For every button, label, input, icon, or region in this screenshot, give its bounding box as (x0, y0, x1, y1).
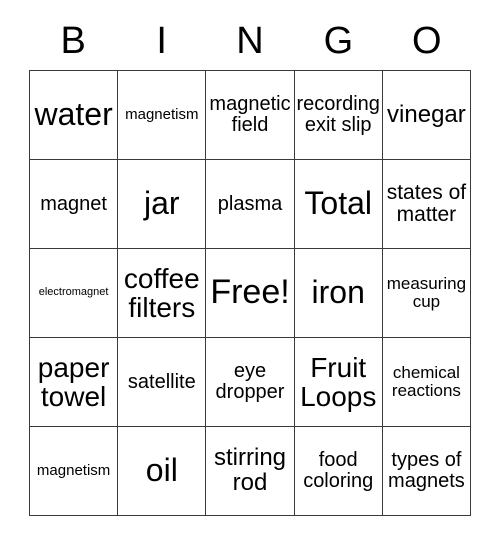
bingo-cell[interactable]: Total (294, 160, 383, 249)
bingo-cell-label: food coloring (303, 449, 374, 492)
bingo-cell-label: magnetism (125, 106, 199, 124)
bingo-cell[interactable]: stirring rod (206, 427, 295, 516)
bingo-header: B I N G O (29, 12, 471, 70)
bingo-cell-label: chemical reactions (391, 363, 461, 400)
bingo-cell-label: magnetic field (209, 93, 291, 136)
bingo-cell[interactable]: magnetism (30, 427, 119, 516)
bingo-cell-free[interactable]: Free! (206, 249, 295, 338)
bingo-cell[interactable]: magnetism (118, 71, 207, 160)
bingo-cell[interactable]: magnet (30, 160, 119, 249)
bingo-cell[interactable]: coffee filters (118, 249, 207, 338)
bingo-header-letter-n: N (236, 20, 264, 62)
bingo-row: magnetism oil stirring rod food coloring… (30, 427, 472, 516)
bingo-cell-label: coffee filters (123, 262, 200, 323)
bingo-cell[interactable]: jar (118, 160, 207, 249)
bingo-cell[interactable]: electromagnet (30, 249, 119, 338)
bingo-cell-label: satellite (127, 370, 196, 393)
bingo-cell-label: recording exit slip (296, 93, 380, 136)
bingo-cell[interactable]: water (30, 71, 119, 160)
bingo-cell-label: magnetism (36, 462, 111, 480)
bingo-cell-label: measuring cup (386, 274, 467, 311)
bingo-row: paper towel satellite eye dropper Fruit … (30, 338, 472, 427)
bingo-cell[interactable]: magnetic field (206, 71, 295, 160)
bingo-cell[interactable]: types of magnets (382, 427, 472, 516)
bingo-cell[interactable]: iron (294, 249, 383, 338)
bingo-header-letter-g: G (323, 20, 354, 62)
bingo-grid: water magnetism magnetic field recording… (29, 70, 472, 516)
bingo-row: water magnetism magnetic field recording… (30, 71, 472, 160)
bingo-cell[interactable]: oil (118, 427, 207, 516)
bingo-cell[interactable]: food coloring (294, 427, 383, 516)
bingo-cell-label: oil (145, 452, 178, 489)
bingo-cell[interactable]: paper towel (30, 338, 119, 427)
bingo-cell[interactable]: chemical reactions (382, 338, 472, 427)
bingo-cell-label: eye dropper (215, 360, 285, 403)
bingo-header-letter-b: B (60, 20, 86, 62)
bingo-cell[interactable]: vinegar (382, 71, 472, 160)
bingo-cell-label: vinegar (387, 100, 466, 128)
bingo-cell-label: jar (144, 185, 180, 222)
bingo-cell-label: states of matter (386, 181, 467, 226)
bingo-cell-label: water (34, 96, 113, 133)
bingo-header-letter-i: I (156, 20, 167, 62)
bingo-cell[interactable]: satellite (118, 338, 207, 427)
bingo-cell-label: Free! (210, 273, 290, 312)
bingo-cell-label: plasma (217, 192, 283, 215)
bingo-row: electromagnet coffee filters Free! iron … (30, 249, 472, 338)
bingo-cell-label: stirring rod (214, 444, 287, 496)
bingo-cell[interactable]: states of matter (382, 160, 472, 249)
bingo-cell[interactable]: plasma (206, 160, 295, 249)
bingo-cell-label: iron (311, 274, 365, 311)
bingo-header-letter-o: O (412, 20, 442, 62)
bingo-cell-label: Fruit Loops (300, 351, 377, 412)
bingo-cell-label: magnet (40, 192, 107, 215)
bingo-card: B I N G O water magnetism magnetic field… (29, 12, 472, 516)
bingo-cell[interactable]: Fruit Loops (294, 338, 383, 427)
bingo-cell[interactable]: recording exit slip (294, 71, 383, 160)
bingo-cell-label: types of magnets (388, 449, 465, 492)
bingo-cell-label: Total (304, 185, 372, 222)
bingo-cell-label: electromagnet (38, 286, 109, 299)
bingo-cell[interactable]: eye dropper (206, 338, 295, 427)
bingo-row: magnet jar plasma Total states of matter (30, 160, 472, 249)
bingo-cell[interactable]: measuring cup (382, 249, 472, 338)
bingo-cell-label: paper towel (37, 351, 110, 412)
